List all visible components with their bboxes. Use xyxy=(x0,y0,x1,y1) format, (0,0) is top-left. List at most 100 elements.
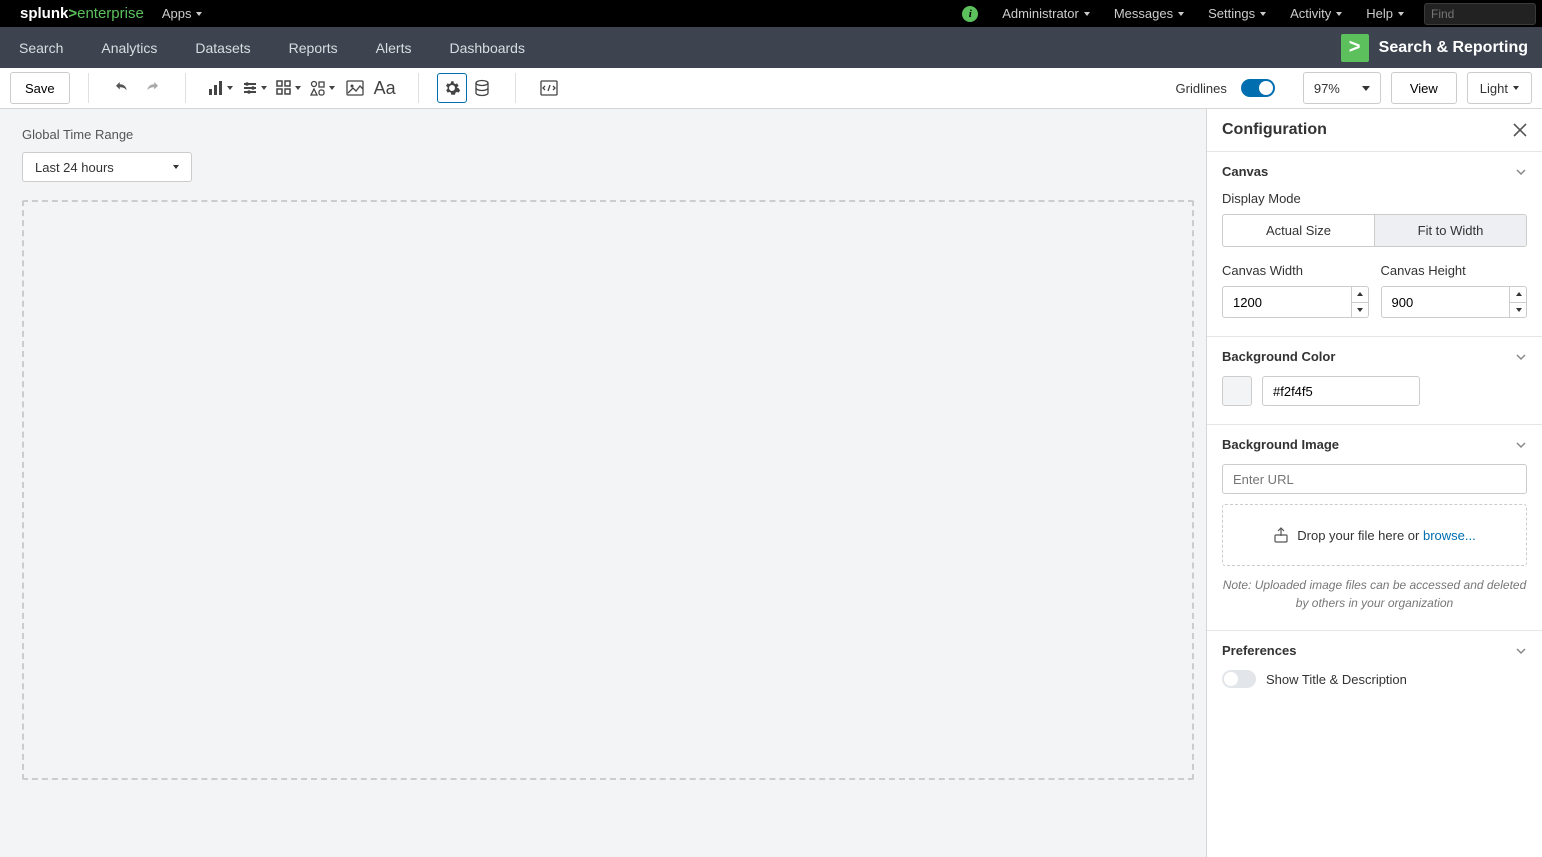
caret-icon xyxy=(295,86,301,90)
chevron-down-icon xyxy=(1515,166,1527,178)
database-icon xyxy=(473,79,491,97)
theme-select[interactable]: Light xyxy=(1467,72,1532,104)
chevron-down-icon xyxy=(1515,439,1527,451)
help-menu[interactable]: Help xyxy=(1354,0,1416,27)
bgcolor-input[interactable] xyxy=(1262,376,1420,406)
messages-label: Messages xyxy=(1114,6,1173,21)
text-aa-icon: Aa xyxy=(374,78,396,99)
app-badge[interactable]: > Search & Reporting xyxy=(1341,34,1528,62)
caret-icon xyxy=(1336,12,1342,16)
chevron-down-icon xyxy=(1515,351,1527,363)
sub-bar: Search Analytics Datasets Reports Alerts… xyxy=(0,27,1542,68)
chart-widget-button[interactable] xyxy=(204,73,238,103)
nav-tabs: Search Analytics Datasets Reports Alerts… xyxy=(0,27,544,68)
edit-toolbar: Save Aa Gridlines 97% View Light xyxy=(0,68,1542,109)
canvas-width-input[interactable] xyxy=(1222,286,1369,318)
dropzone-text: Drop your file here or xyxy=(1297,528,1423,543)
tab-alerts[interactable]: Alerts xyxy=(357,27,431,68)
bgcolor-swatch[interactable] xyxy=(1222,376,1252,406)
canvas-height-label: Canvas Height xyxy=(1381,263,1528,278)
topbar-right: i Administrator Messages Settings Activi… xyxy=(950,0,1542,27)
actual-size-option[interactable]: Actual Size xyxy=(1223,215,1374,246)
caret-up-icon xyxy=(1357,292,1363,296)
logo-suffix: enterprise xyxy=(77,5,144,22)
find-box[interactable] xyxy=(1424,3,1536,25)
spin-up[interactable] xyxy=(1509,286,1527,303)
canvas-height-input[interactable] xyxy=(1381,286,1528,318)
timerange-select[interactable]: Last 24 hours xyxy=(22,152,192,182)
widget-group: Aa xyxy=(204,73,400,103)
save-button[interactable]: Save xyxy=(10,72,70,104)
caret-icon xyxy=(1398,12,1404,16)
admin-menu[interactable]: Administrator xyxy=(990,0,1102,27)
bgimage-dropzone[interactable]: Drop your file here or browse... xyxy=(1222,504,1527,566)
fit-width-option[interactable]: Fit to Width xyxy=(1374,215,1526,246)
prefs-section: Preferences Show Title & Description xyxy=(1207,631,1542,706)
canvas-width-label: Canvas Width xyxy=(1222,263,1369,278)
display-mode-label: Display Mode xyxy=(1222,191,1527,206)
logo-sep: > xyxy=(68,5,77,22)
gridlines-toggle[interactable] xyxy=(1241,79,1275,97)
config-title: Configuration xyxy=(1222,121,1327,139)
info-status[interactable]: i xyxy=(950,0,990,27)
show-title-row: Show Title & Description xyxy=(1222,670,1527,688)
redo-icon xyxy=(143,79,161,97)
activity-menu[interactable]: Activity xyxy=(1278,0,1354,27)
apps-menu[interactable]: Apps xyxy=(162,6,203,21)
timerange-label: Global Time Range xyxy=(22,127,1194,142)
bgcolor-section-header[interactable]: Background Color xyxy=(1222,349,1527,364)
caret-down-icon xyxy=(1357,308,1363,312)
activity-label: Activity xyxy=(1290,6,1331,21)
data-button[interactable] xyxy=(467,73,497,103)
divider xyxy=(88,73,89,103)
undo-icon xyxy=(113,79,131,97)
undo-button[interactable] xyxy=(107,73,137,103)
source-button[interactable] xyxy=(534,73,564,103)
shapes-widget-button[interactable] xyxy=(306,73,340,103)
find-input[interactable] xyxy=(1431,7,1542,21)
view-button[interactable]: View xyxy=(1391,72,1457,104)
bgimage-url-input[interactable] xyxy=(1222,464,1527,494)
caret-up-icon xyxy=(1516,292,1522,296)
topbar-left: splunk>enterprise Apps xyxy=(20,5,202,22)
theme-value: Light xyxy=(1480,81,1508,96)
tab-dashboards[interactable]: Dashboards xyxy=(430,27,544,68)
image-widget-button[interactable] xyxy=(340,73,370,103)
spin-up[interactable] xyxy=(1351,286,1369,303)
spin-down[interactable] xyxy=(1509,303,1527,319)
tab-search[interactable]: Search xyxy=(0,27,82,68)
caret-icon xyxy=(173,165,179,169)
gear-icon xyxy=(443,79,461,97)
tab-analytics[interactable]: Analytics xyxy=(82,27,176,68)
dashboard-canvas[interactable] xyxy=(22,200,1194,780)
apps-label: Apps xyxy=(162,6,192,21)
admin-label: Administrator xyxy=(1002,6,1079,21)
logo: splunk>enterprise xyxy=(20,5,144,22)
canvas-section-title: Canvas xyxy=(1222,164,1268,179)
upload-icon xyxy=(1273,527,1289,543)
settings-menu[interactable]: Settings xyxy=(1196,0,1278,27)
caret-icon xyxy=(1513,86,1519,90)
grid-widget-button[interactable] xyxy=(272,73,306,103)
filter-widget-button[interactable] xyxy=(238,73,272,103)
show-title-toggle[interactable] xyxy=(1222,670,1256,688)
bgimage-section-title: Background Image xyxy=(1222,437,1339,452)
tab-reports[interactable]: Reports xyxy=(270,27,357,68)
close-icon[interactable] xyxy=(1513,123,1527,137)
caret-icon xyxy=(261,86,267,90)
canvas-section-header[interactable]: Canvas xyxy=(1222,164,1527,179)
messages-menu[interactable]: Messages xyxy=(1102,0,1196,27)
bgcolor-body xyxy=(1222,376,1527,406)
prefs-section-header[interactable]: Preferences xyxy=(1222,643,1527,658)
settings-button[interactable] xyxy=(437,73,467,103)
bgimage-section-header[interactable]: Background Image xyxy=(1222,437,1527,452)
prefs-section-title: Preferences xyxy=(1222,643,1296,658)
spin-down[interactable] xyxy=(1351,303,1369,319)
redo-button[interactable] xyxy=(137,73,167,103)
bar-chart-icon xyxy=(208,80,224,96)
canvas-section-body: Display Mode Actual Size Fit to Width Ca… xyxy=(1222,191,1527,318)
text-widget-button[interactable]: Aa xyxy=(370,73,400,103)
browse-link[interactable]: browse... xyxy=(1423,528,1476,543)
zoom-select[interactable]: 97% xyxy=(1303,72,1381,104)
tab-datasets[interactable]: Datasets xyxy=(176,27,269,68)
